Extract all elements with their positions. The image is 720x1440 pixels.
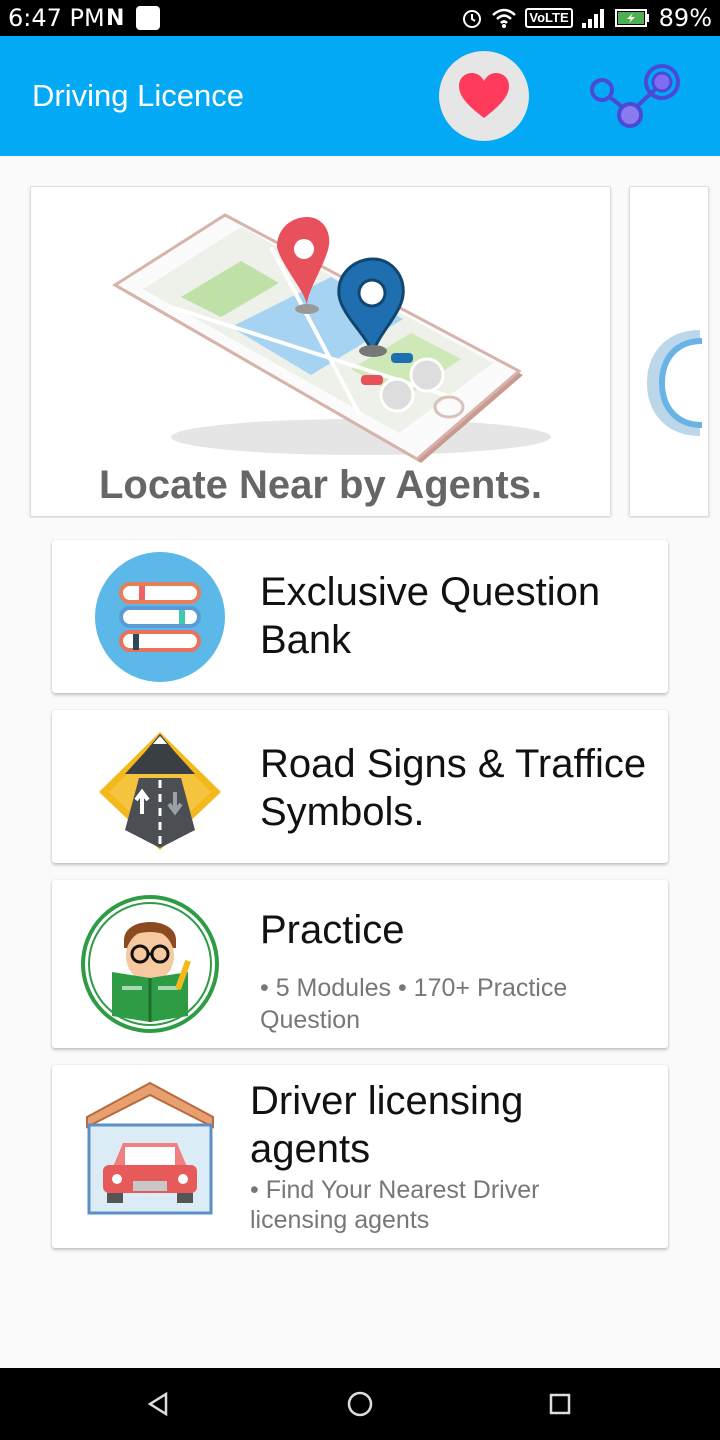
road-sign-icon [99,732,221,850]
banner-carousel[interactable]: Locate Near by Agents. [0,186,720,518]
battery-icon [614,9,649,27]
road-signs-card[interactable]: Road Signs & Traffice Symbols. [52,710,668,863]
wifi-icon [492,8,517,28]
system-nav-bar [0,1368,720,1440]
app-title: Driving Licence [32,78,244,113]
practice-title: Practice [260,908,405,952]
banner-caption: Locate Near by Agents. [98,463,543,507]
phone-map-illustration [112,213,551,463]
student-reading-icon [81,895,219,1033]
status-bar: 6:47 PM N VoLTE 89% [0,0,720,36]
status-indicators: VoLTE 89% [461,4,712,32]
books-icon [95,552,225,682]
alarm-icon [463,10,482,28]
notification-square-icon [136,6,160,30]
favorite-button[interactable] [439,51,529,141]
volte-badge: VoLTE [525,8,573,28]
back-triangle-icon [147,1391,168,1417]
home-button[interactable] [338,1382,382,1426]
banner-slide-next[interactable] [629,186,709,517]
practice-card[interactable]: Practice • 5 Modules • 170+ Practice Que… [52,880,668,1048]
recents-button[interactable] [538,1382,582,1426]
share-button[interactable] [588,60,688,136]
recents-square-icon [549,1393,571,1415]
status-time: 6:47 PM [8,4,105,32]
question-bank-title: Exclusive Question Bank [260,570,601,662]
share-nodes-icon [590,64,680,128]
practice-subtitle: • 5 Modules • 170+ Practice Question [260,974,568,1034]
back-button[interactable] [136,1382,180,1426]
garage-car-icon [86,1081,214,1215]
road-signs-title: Road Signs & Traffice Symbols. [260,742,647,834]
question-bank-card[interactable]: Exclusive Question Bank [52,540,668,693]
quiz-q-illustration [646,330,703,436]
home-circle-icon [347,1391,373,1417]
app-bar: Driving Licence [0,36,720,156]
licensing-agents-title: Driver licensing agents [250,1079,524,1171]
notification-n-icon: N [106,6,125,31]
banner-slide[interactable]: Locate Near by Agents. [30,186,611,517]
battery-percent: 89% [658,4,712,32]
heart-icon [459,73,509,118]
licensing-agents-card[interactable]: Driver licensing agents • Find Your Near… [52,1065,668,1248]
licensing-agents-subtitle: • Find Your Nearest Driver licensing age… [250,1176,540,1234]
signal-icon [581,9,604,28]
